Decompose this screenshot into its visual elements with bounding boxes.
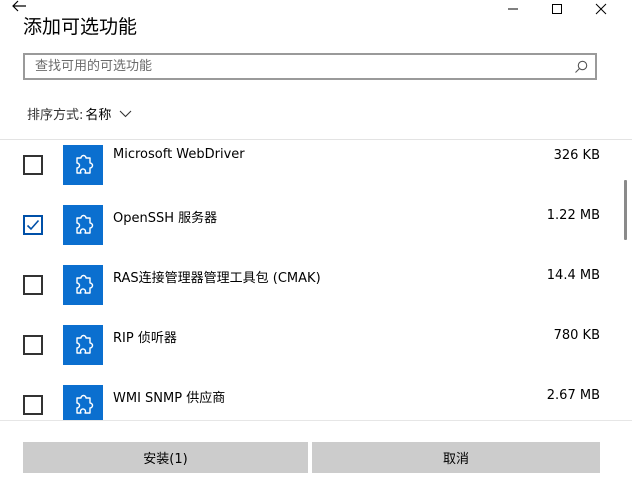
puzzle-piece-icon: [63, 385, 103, 420]
feature-checkbox[interactable]: [23, 335, 43, 355]
feature-checkbox[interactable]: [23, 215, 43, 235]
list-item[interactable]: WMI SNMP 供应商 2.67 MB: [0, 380, 614, 420]
feature-checkbox[interactable]: [23, 155, 43, 175]
feature-size: 780 KB: [553, 328, 600, 343]
feature-name: RIP 侦听器: [113, 331, 177, 346]
checkmark-icon: [26, 219, 40, 231]
feature-size: 14.4 MB: [546, 268, 600, 283]
puzzle-piece-icon: [63, 145, 103, 185]
sort-selector[interactable]: 排序方式: 名称: [27, 104, 132, 123]
search-box[interactable]: [23, 53, 597, 80]
feature-size: 1.22 MB: [546, 208, 600, 223]
cancel-button[interactable]: 取消: [312, 442, 600, 473]
feature-size: 326 KB: [553, 148, 600, 163]
feature-checkbox[interactable]: [23, 395, 43, 415]
feature-size: 2.67 MB: [546, 388, 600, 403]
list-item[interactable]: Microsoft WebDriver 326 KB: [0, 140, 614, 200]
feature-name: OpenSSH 服务器: [113, 211, 218, 226]
feature-name: Microsoft WebDriver: [113, 147, 245, 162]
minimize-icon: [508, 8, 518, 10]
feature-name: WMI SNMP 供应商: [113, 391, 226, 406]
search-icon[interactable]: [573, 59, 589, 75]
list-item[interactable]: RAS连接管理器管理工具包 (CMAK) 14.4 MB: [0, 260, 614, 320]
dialog-title: 添加可选功能: [23, 16, 138, 38]
maximize-icon: [552, 4, 562, 14]
sort-label: 排序方式:: [27, 108, 84, 123]
maximize-button[interactable]: [534, 0, 580, 18]
feature-list: Microsoft WebDriver 326 KB OpenSSH 服务器 1…: [0, 140, 614, 420]
chevron-down-icon: [120, 110, 132, 118]
install-button[interactable]: 安装(1): [23, 442, 308, 473]
minimize-button[interactable]: [490, 0, 536, 18]
search-input[interactable]: [25, 55, 575, 78]
list-item[interactable]: OpenSSH 服务器 1.22 MB: [0, 200, 614, 260]
puzzle-piece-icon: [63, 205, 103, 245]
footer-divider: [0, 420, 632, 421]
close-icon: [595, 3, 607, 15]
feature-name: RAS连接管理器管理工具包 (CMAK): [113, 271, 321, 286]
puzzle-piece-icon: [63, 325, 103, 365]
list-scrollbar[interactable]: [620, 140, 632, 420]
feature-checkbox[interactable]: [23, 275, 43, 295]
list-item[interactable]: RIP 侦听器 780 KB: [0, 320, 614, 380]
scroll-thumb[interactable]: [624, 180, 627, 240]
sort-value: 名称: [85, 108, 112, 123]
close-button[interactable]: [578, 0, 624, 18]
puzzle-piece-icon: [63, 265, 103, 305]
